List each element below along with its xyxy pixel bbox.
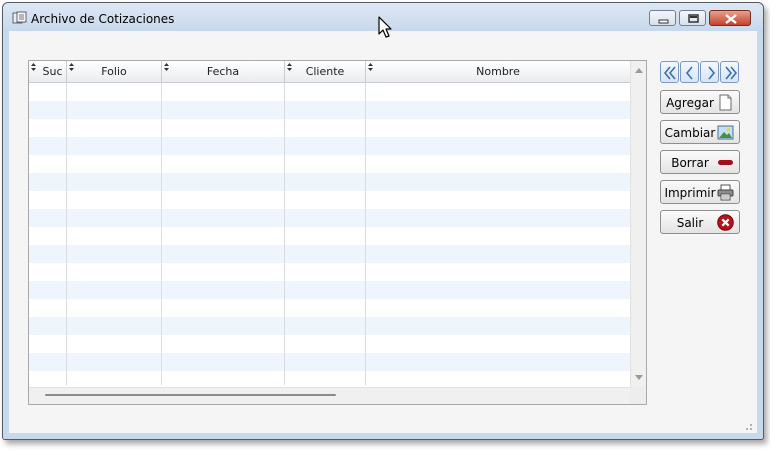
button-label: Imprimir bbox=[664, 186, 716, 200]
minimize-button[interactable] bbox=[649, 10, 676, 26]
column-label: Nombre bbox=[476, 65, 520, 78]
empty-row bbox=[29, 83, 630, 101]
empty-row bbox=[29, 155, 630, 173]
empty-row bbox=[29, 173, 630, 191]
empty-row bbox=[29, 209, 630, 227]
picture-icon bbox=[717, 125, 734, 140]
close-button[interactable] bbox=[709, 10, 751, 26]
empty-row bbox=[29, 263, 630, 281]
cambiar-button[interactable]: Cambiar bbox=[660, 120, 740, 144]
agregar-button[interactable]: Agregar bbox=[660, 90, 740, 114]
mouse-cursor-icon bbox=[378, 16, 392, 38]
resize-grip-icon[interactable] bbox=[743, 421, 753, 431]
column-label: Cliente bbox=[305, 65, 345, 78]
empty-row bbox=[29, 119, 630, 137]
client-area: Suc Folio Fecha Cliente Nombre Agregar C… bbox=[9, 31, 757, 433]
button-label: Agregar bbox=[666, 96, 714, 110]
sort-icon bbox=[69, 63, 74, 71]
quotes-grid[interactable]: Suc Folio Fecha Cliente Nombre bbox=[28, 60, 647, 405]
previous-record-button[interactable] bbox=[680, 61, 699, 83]
window-border-right bbox=[757, 3, 763, 439]
column-header-fecha[interactable]: Fecha bbox=[162, 61, 285, 82]
empty-row bbox=[29, 353, 630, 371]
empty-row bbox=[29, 227, 630, 245]
window-title: Archivo de Cotizaciones bbox=[31, 12, 175, 26]
imprimir-button[interactable]: Imprimir bbox=[660, 180, 740, 204]
empty-row bbox=[29, 317, 630, 335]
empty-row bbox=[29, 281, 630, 299]
next-record-button[interactable] bbox=[700, 61, 719, 83]
column-label: Folio bbox=[101, 65, 127, 78]
sort-icon bbox=[287, 63, 292, 71]
double-chevron-left-icon bbox=[663, 66, 676, 80]
column-header-nombre[interactable]: Nombre bbox=[366, 61, 630, 82]
vertical-scrollbar[interactable] bbox=[630, 61, 646, 387]
horizontal-scrollbar[interactable] bbox=[29, 387, 630, 404]
button-label: Borrar bbox=[671, 156, 709, 170]
borrar-button[interactable]: Borrar bbox=[660, 150, 740, 174]
close-circle-icon bbox=[717, 214, 734, 231]
empty-row bbox=[29, 245, 630, 263]
column-divider bbox=[365, 83, 366, 385]
button-label: Cambiar bbox=[664, 126, 716, 140]
double-chevron-right-icon bbox=[725, 66, 738, 80]
column-label: Suc bbox=[42, 65, 63, 78]
column-label: Fecha bbox=[206, 65, 240, 78]
close-icon bbox=[725, 14, 737, 24]
button-label: Salir bbox=[676, 216, 704, 230]
record-navigation bbox=[660, 61, 740, 83]
app-icon bbox=[12, 11, 27, 24]
empty-row bbox=[29, 299, 630, 317]
column-header-cliente[interactable]: Cliente bbox=[285, 61, 366, 82]
maximize-icon bbox=[688, 14, 699, 23]
column-header-folio[interactable]: Folio bbox=[67, 61, 162, 82]
empty-row bbox=[29, 101, 630, 119]
minus-icon bbox=[718, 160, 733, 165]
minimize-icon bbox=[658, 19, 669, 24]
column-divider bbox=[161, 83, 162, 385]
chevron-left-icon bbox=[685, 66, 693, 80]
horizontal-scroll-thumb[interactable] bbox=[45, 394, 336, 396]
grid-body[interactable] bbox=[29, 83, 630, 385]
maximize-button[interactable] bbox=[679, 10, 706, 26]
sort-icon bbox=[164, 63, 169, 71]
sort-icon bbox=[368, 63, 373, 71]
first-record-button[interactable] bbox=[660, 61, 679, 83]
chevron-right-icon bbox=[708, 66, 716, 80]
last-record-button[interactable] bbox=[720, 61, 739, 83]
main-window: Archivo de Cotizaciones Suc Folio Fecha … bbox=[2, 2, 764, 440]
new-document-icon bbox=[719, 94, 732, 111]
window-border-bottom bbox=[3, 433, 763, 439]
grid-header: Suc Folio Fecha Cliente Nombre bbox=[29, 61, 630, 83]
empty-row bbox=[29, 335, 630, 353]
empty-row bbox=[29, 137, 630, 155]
scroll-arrows-icon bbox=[635, 68, 643, 380]
scrollbar-corner bbox=[630, 387, 646, 404]
column-header-suc[interactable]: Suc bbox=[29, 61, 67, 82]
column-divider bbox=[284, 83, 285, 385]
sort-icon bbox=[31, 63, 36, 71]
printer-icon bbox=[717, 184, 734, 201]
empty-row bbox=[29, 191, 630, 209]
column-divider bbox=[66, 83, 67, 385]
salir-button[interactable]: Salir bbox=[660, 210, 740, 234]
